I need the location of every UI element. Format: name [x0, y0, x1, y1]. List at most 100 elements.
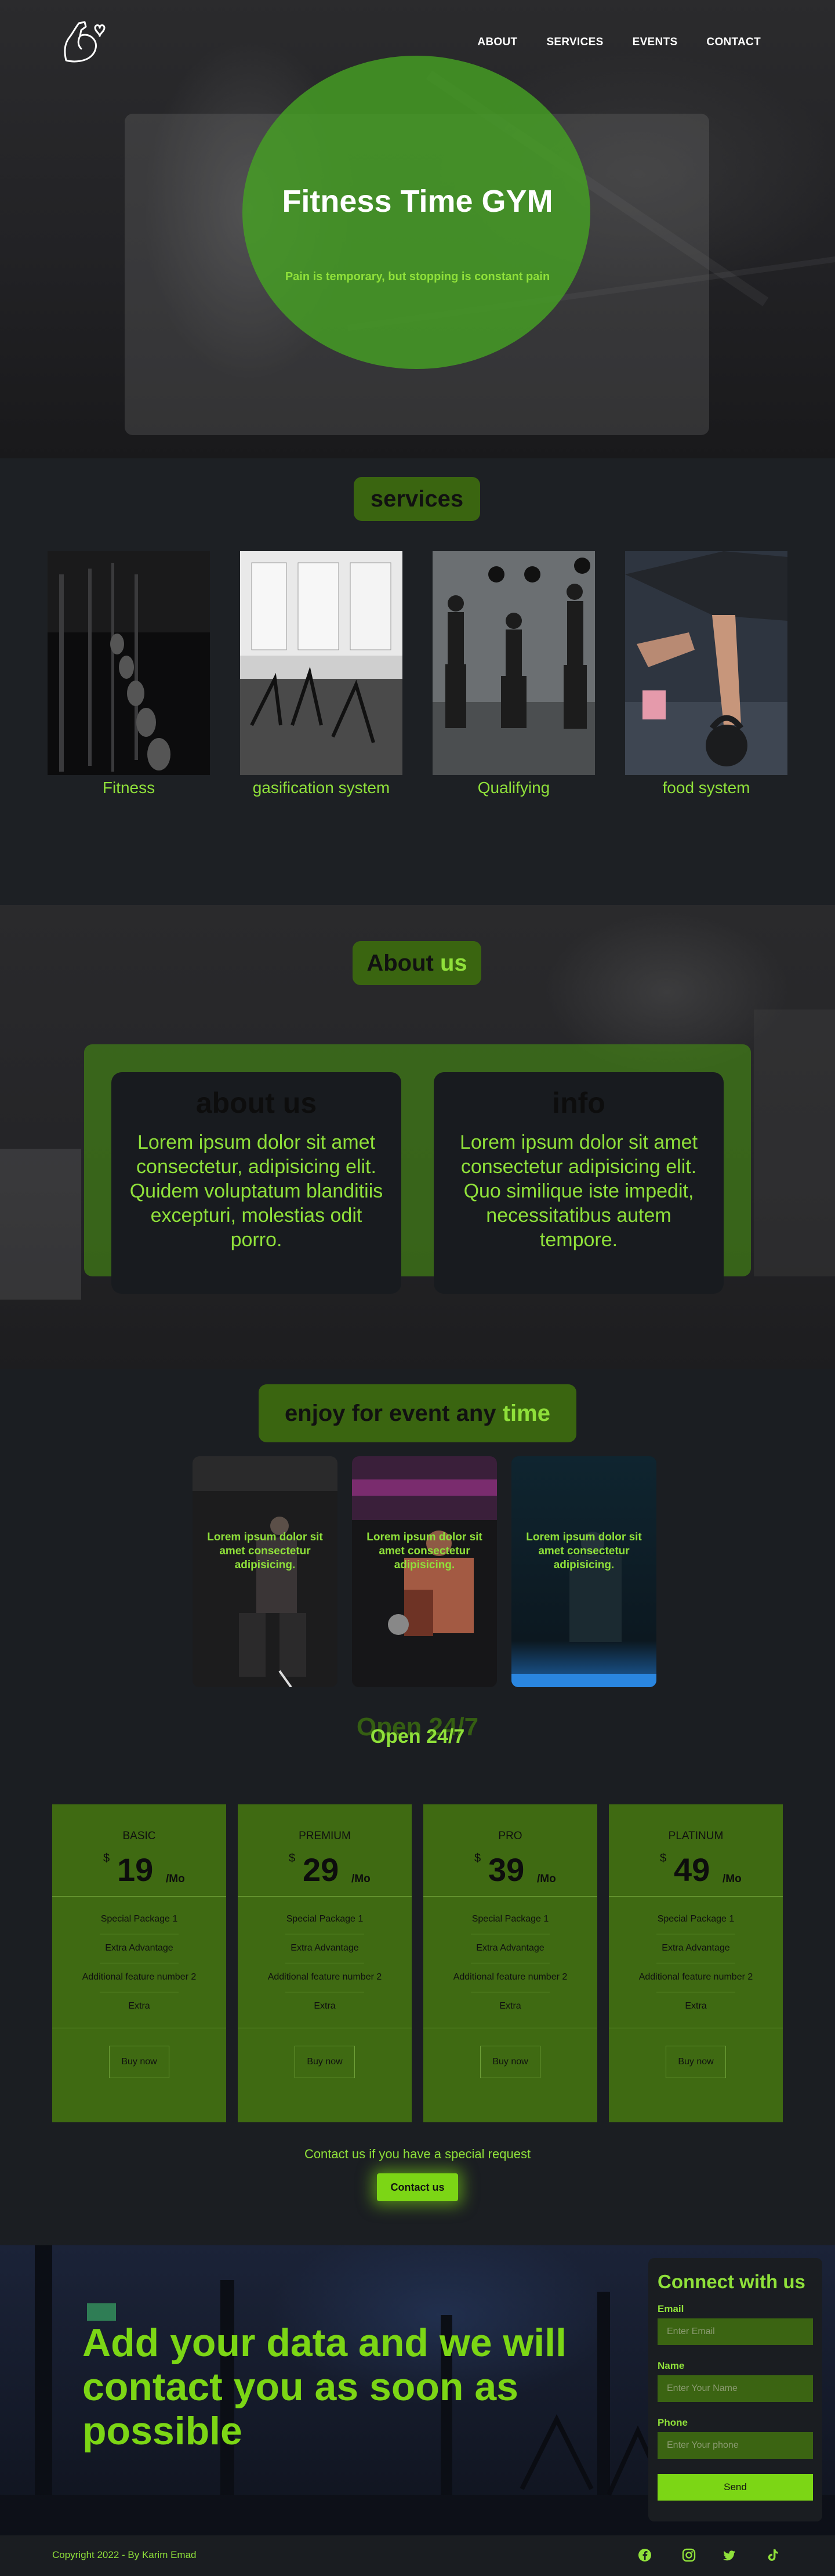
plan-feature: Additional feature number 2	[52, 1963, 226, 1992]
plan-amount: 49	[674, 1851, 710, 1888]
plan-features: Special Package 1 Extra Advantage Additi…	[238, 1897, 412, 2028]
plan-feature: Special Package 1	[100, 1914, 178, 1924]
contact-us-button[interactable]: Contact us	[377, 2173, 458, 2201]
plan-amount: 19	[117, 1851, 154, 1888]
plan-name: PREMIUM	[299, 1830, 351, 1842]
service-label: gasification system	[252, 779, 390, 797]
about-bg-detail	[0, 1149, 81, 1300]
name-field[interactable]	[658, 2375, 813, 2402]
contact-section: Add your data and we will contact you as…	[0, 2245, 835, 2541]
about-card-title: info	[552, 1087, 605, 1119]
dumbbell-rack-photo-icon	[48, 551, 210, 775]
plan-price: $ 29 /Mo	[238, 1850, 412, 1896]
pricing-card-platinum: PLATINUM $ 49 /Mo Special Package 1 Extr…	[609, 1804, 783, 2122]
about-heading-highlight: us	[440, 950, 467, 976]
nav-services[interactable]: SERVICES	[546, 36, 603, 49]
service-card-fitness[interactable]: Fitness	[48, 551, 210, 797]
service-card-food-system[interactable]: food system	[625, 551, 787, 797]
about-card-title: about us	[195, 1087, 317, 1119]
plan-name: BASIC	[122, 1830, 156, 1842]
nav-contact[interactable]: CONTACT	[706, 36, 761, 49]
about-card-text: Lorem ipsum dolor sit amet consectetur, …	[129, 1131, 383, 1251]
treadmill-room-photo-icon	[240, 551, 402, 775]
plan-feature: Special Package 1	[286, 1914, 364, 1924]
about-card-about: about us Lorem ipsum dolor sit amet cons…	[111, 1072, 401, 1294]
instagram-icon[interactable]	[681, 2547, 697, 2563]
plan-currency: $	[103, 1852, 110, 1865]
group-workout-photo-icon	[433, 551, 595, 775]
flexed-arm-heart-logo-icon[interactable]	[58, 16, 110, 68]
event-card-text: Lorem ipsum dolor sit amet consectetur a…	[207, 1531, 323, 1571]
name-label: Name	[658, 2360, 685, 2371]
buy-now-button[interactable]: Buy now	[480, 2046, 540, 2078]
plan-feature: Extra	[52, 1992, 226, 2021]
plan-amount: 29	[303, 1851, 339, 1888]
event-card[interactable]: Lorem ipsum dolor sit amet consectetur a…	[511, 1456, 656, 1687]
about-bg-detail	[754, 1010, 835, 1276]
plan-features: Special Package 1 Extra Advantage Additi…	[609, 1897, 783, 2028]
plan-feature: Additional feature number 2	[423, 1963, 597, 1992]
plan-feature: Extra Advantage	[52, 1934, 226, 1963]
plan-feature: Extra Advantage	[238, 1934, 412, 1963]
hero-subtitle: Pain is temporary, but stopping is const…	[285, 270, 550, 283]
event-card-text: Lorem ipsum dolor sit amet consectetur a…	[526, 1531, 642, 1571]
tiktok-icon[interactable]	[764, 2547, 780, 2563]
plan-features: Special Package 1 Extra Advantage Additi…	[52, 1897, 226, 2028]
plan-feature: Additional feature number 2	[238, 1963, 412, 1992]
plan-price: $ 49 /Mo	[609, 1850, 783, 1896]
buy-now-button[interactable]: Buy now	[109, 2046, 169, 2078]
event-card[interactable]: Lorem ipsum dolor sit amet consectetur a…	[193, 1456, 337, 1687]
about-card-info: info Lorem ipsum dolor sit amet consecte…	[434, 1072, 724, 1294]
buy-now-button[interactable]: Buy now	[666, 2046, 726, 2078]
cta-headline: Add your data and we will contact you as…	[82, 2321, 567, 2453]
plan-feature: Extra Advantage	[609, 1934, 783, 1963]
events-heading-highlight: time	[502, 1401, 550, 1426]
email-label: Email	[658, 2303, 684, 2314]
plan-features: Special Package 1 Extra Advantage Additi…	[423, 1897, 597, 2028]
hero-title: Fitness Time GYM	[282, 184, 553, 219]
events-heading-main: enjoy for event any	[285, 1401, 496, 1426]
main-nav: ABOUT SERVICES EVENTS CONTACT	[477, 36, 761, 49]
plan-period: /Mo	[723, 1873, 742, 1885]
plan-currency: $	[289, 1852, 296, 1865]
copyright-text: Copyright 2022 - By Karim Emad	[52, 2549, 197, 2560]
about-card-text: Lorem ipsum dolor sit amet consectetur a…	[459, 1131, 698, 1251]
pricing-card-basic: BASIC $ 19 /Mo Special Package 1 Extra A…	[52, 1804, 226, 2122]
facebook-icon[interactable]	[637, 2547, 653, 2563]
service-card-gasification[interactable]: gasification system	[240, 551, 402, 797]
plan-currency: $	[660, 1852, 667, 1865]
nav-about[interactable]: ABOUT	[477, 36, 517, 49]
event-card-text: Lorem ipsum dolor sit amet consectetur a…	[366, 1531, 482, 1571]
service-label: Qualifying	[477, 779, 550, 797]
about-section: About us about us Lorem ipsum dolor sit …	[0, 905, 835, 1369]
plan-name: PLATINUM	[668, 1830, 724, 1842]
plan-feature: Extra	[238, 1992, 412, 2021]
services-section: services Fitness gasification system Qua…	[0, 458, 835, 905]
service-label: Fitness	[102, 779, 155, 797]
plan-price: $ 19 /Mo	[52, 1850, 226, 1896]
about-heading: About us	[353, 941, 481, 985]
hero-section: ABOUT SERVICES EVENTS CONTACT Fitness Ti…	[0, 0, 835, 458]
plan-period: /Mo	[351, 1873, 371, 1885]
twitter-icon[interactable]	[721, 2547, 738, 2563]
phone-label: Phone	[658, 2417, 688, 2428]
phone-field[interactable]	[658, 2432, 813, 2459]
send-button[interactable]: Send	[658, 2474, 813, 2501]
services-heading: services	[354, 477, 480, 521]
pricing-card-premium: PREMIUM $ 29 /Mo Special Package 1 Extra…	[238, 1804, 412, 2122]
plan-price: $ 39 /Mo	[423, 1850, 597, 1896]
service-card-qualifying[interactable]: Qualifying	[433, 551, 595, 797]
plan-currency: $	[474, 1852, 481, 1865]
footer: Copyright 2022 - By Karim Emad	[0, 2535, 835, 2576]
event-card[interactable]: Lorem ipsum dolor sit amet consectetur a…	[352, 1456, 497, 1687]
form-title: Connect with us	[658, 2271, 805, 2292]
open-24-7-title: Open 24/7	[370, 1725, 465, 1748]
service-label: food system	[662, 779, 750, 797]
buy-now-button[interactable]: Buy now	[295, 2046, 355, 2078]
nav-events[interactable]: EVENTS	[633, 36, 678, 49]
plan-period: /Mo	[166, 1873, 185, 1885]
plan-feature: Additional feature number 2	[609, 1963, 783, 1992]
plan-feature: Extra Advantage	[423, 1934, 597, 1963]
connect-form: Connect with us Email Name Phone Send	[648, 2258, 822, 2521]
email-field[interactable]	[658, 2318, 813, 2345]
